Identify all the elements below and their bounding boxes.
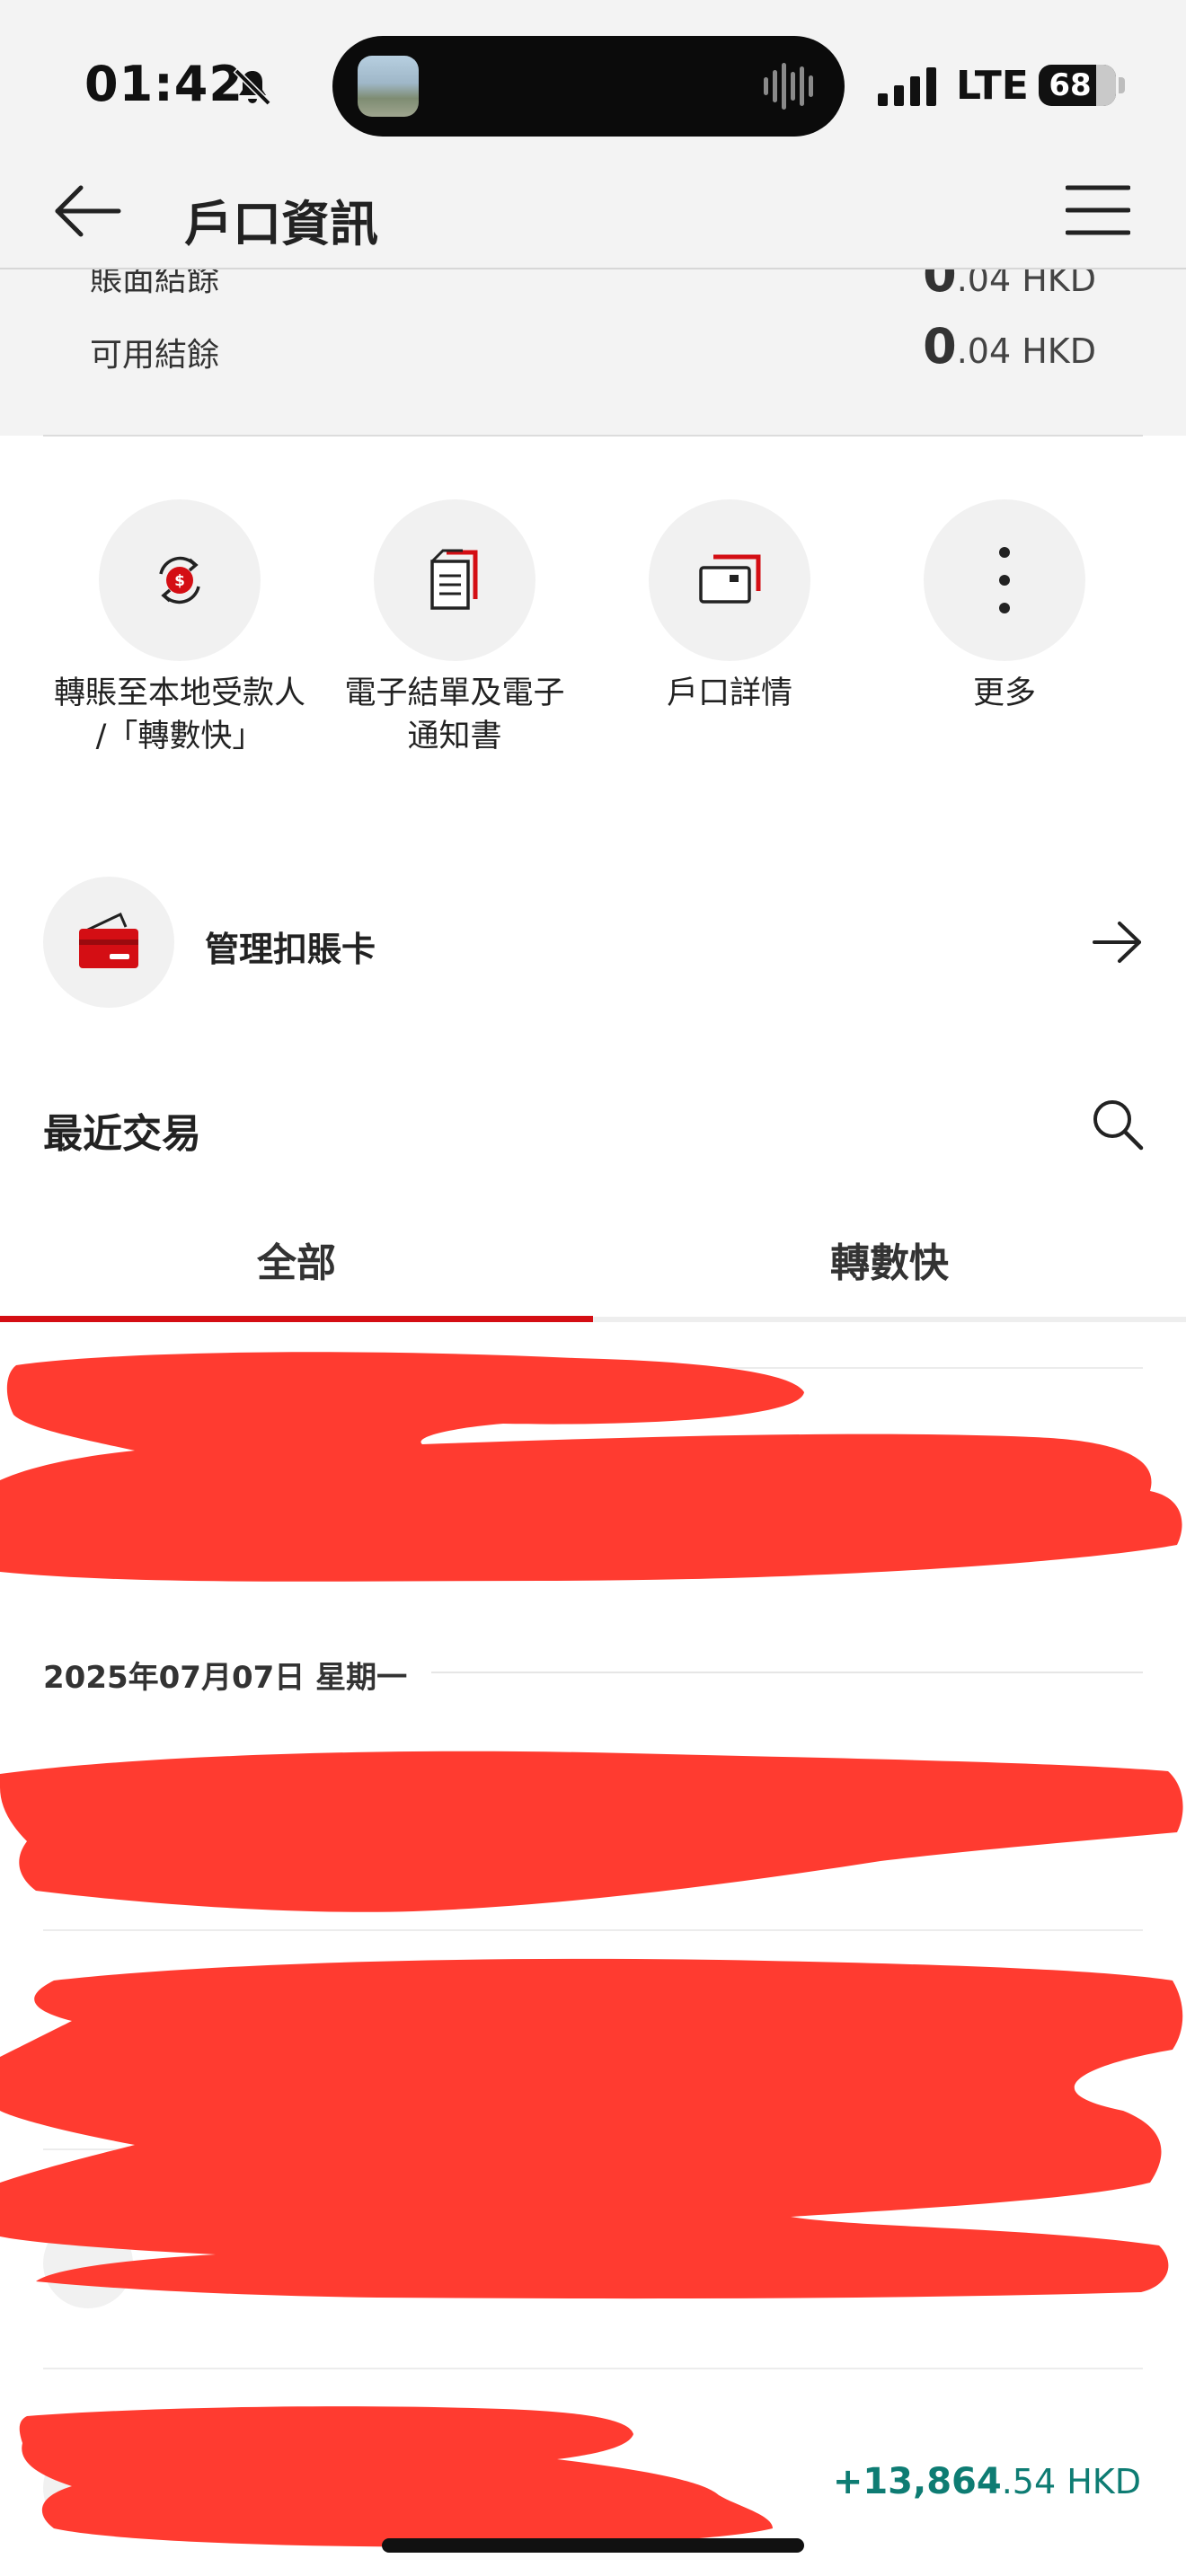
manage-debit-card-label: 管理扣賬卡	[205, 930, 376, 969]
balance-divider	[43, 435, 1143, 437]
transaction-row-divider	[43, 2148, 1143, 2150]
search-icon[interactable]	[1091, 1098, 1145, 1151]
quick-action-statements[interactable]: 電子結單及電子 通知書	[315, 499, 594, 758]
quick-action-label: 轉賬至本地受款人 /「轉數快」	[53, 675, 305, 754]
tab-fps[interactable]: 轉數快	[593, 1231, 1186, 1288]
account-details-icon-circle[interactable]	[649, 499, 810, 661]
available-balance-amount: 0.04 HKD	[923, 318, 1096, 375]
statement-icon	[430, 549, 478, 610]
available-balance-label: 可用結餘	[90, 337, 220, 374]
back-arrow-icon[interactable]	[52, 184, 122, 238]
quick-action-account-details[interactable]: 戶口詳情	[590, 499, 869, 715]
transaction-avatar	[43, 2219, 133, 2308]
statement-icon-circle[interactable]	[374, 499, 535, 661]
home-indicator[interactable]	[382, 2538, 804, 2553]
dynamic-island	[332, 36, 845, 137]
ledger-balance-amount: 0.04 HKD	[923, 269, 1096, 296]
quick-action-label: 更多	[972, 675, 1036, 711]
tab-active-indicator	[0, 1316, 593, 1322]
transaction-row-divider	[43, 2368, 1143, 2369]
arrow-right-icon[interactable]	[1091, 920, 1143, 965]
tab-all[interactable]: 全部	[0, 1231, 593, 1288]
status-time: 01:42	[84, 56, 243, 112]
signal-bars-icon	[878, 67, 936, 106]
manage-debit-card-row[interactable]: 管理扣賬卡	[0, 877, 1186, 1010]
transaction-row-divider	[43, 1367, 1143, 1369]
date-header-line	[431, 1672, 1143, 1673]
quick-action-more[interactable]: 更多	[865, 499, 1144, 715]
battery-cap	[1119, 77, 1125, 93]
debit-card-icon-circle	[43, 877, 174, 1008]
network-type: LTE	[956, 63, 1029, 109]
now-playing-thumbnail	[358, 56, 419, 117]
more-vertical-icon	[999, 547, 1010, 613]
transaction-amount: +13,864.54 HKD	[832, 2461, 1141, 2502]
date-header: 2025年07月07日 星期一	[43, 1660, 408, 1696]
more-icon-circle[interactable]	[924, 499, 1085, 661]
hamburger-menu-icon[interactable]	[1066, 184, 1130, 236]
battery-percent: 68	[1049, 67, 1092, 103]
svg-text:$: $	[174, 572, 185, 590]
transaction-avatar	[43, 1460, 133, 1549]
ledger-balance-label: 賬面結餘	[90, 269, 220, 296]
transaction-avatar	[43, 2443, 133, 2533]
quick-action-label: 電子結單及電子 通知書	[344, 675, 565, 754]
debit-card-icon	[79, 912, 138, 968]
available-balance-row: 可用結餘 0.04 HKD	[0, 314, 1186, 386]
ledger-balance-row: 賬面結餘 0.04 HKD	[0, 269, 1186, 296]
transfer-icon-circle[interactable]: $	[99, 499, 261, 661]
audio-waveform-icon	[764, 63, 813, 110]
transfer-icon: $	[159, 556, 200, 604]
page-title: 戶口資訊	[184, 196, 378, 252]
quick-action-transfer[interactable]: $ 轉賬至本地受款人 /「轉數快」	[40, 499, 319, 758]
quick-action-label: 戶口詳情	[666, 675, 792, 711]
bell-muted-icon	[233, 67, 272, 107]
recent-transactions-title: 最近交易	[43, 1111, 201, 1157]
battery-icon: 68	[1039, 65, 1116, 106]
transaction-row-divider	[43, 1929, 1143, 1931]
account-details-icon	[699, 554, 761, 604]
